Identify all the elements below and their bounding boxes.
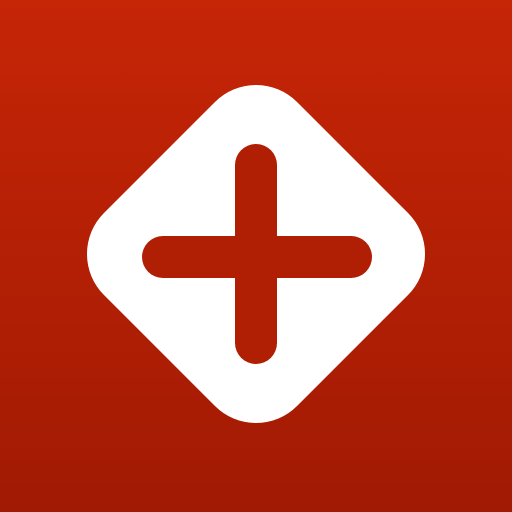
app-icon	[0, 0, 512, 512]
cross-horizontal-bar	[142, 236, 372, 278]
app-icon-graphic	[0, 0, 512, 512]
